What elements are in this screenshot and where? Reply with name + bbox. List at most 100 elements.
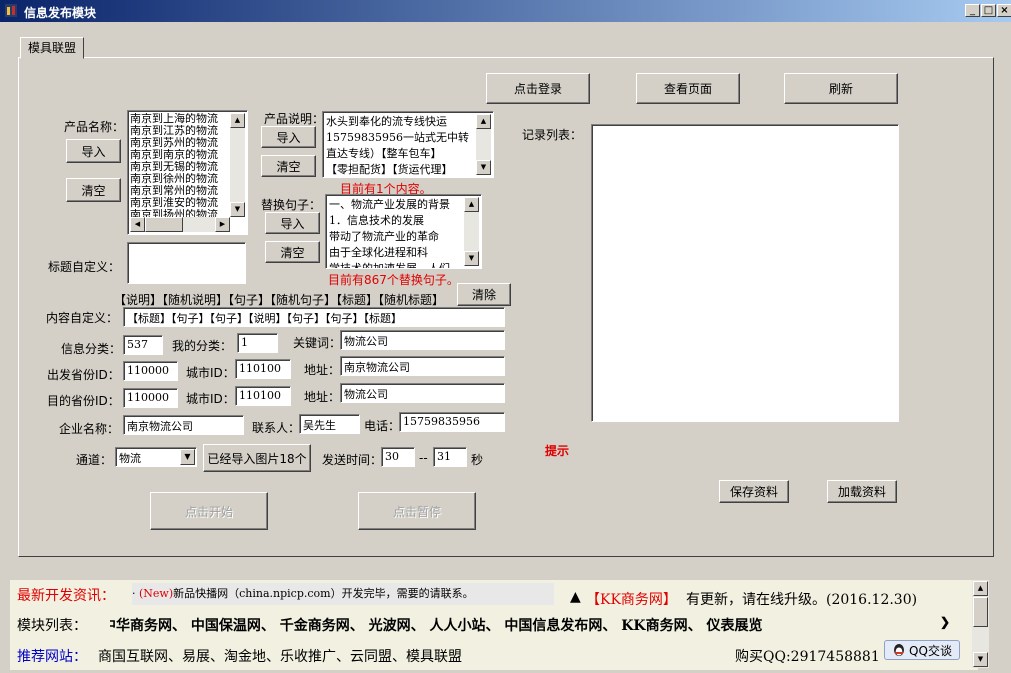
desc-line[interactable]: 直达专线）【整车包车】 [326,146,476,162]
company-input[interactable]: 南京物流公司 [123,415,244,435]
content-custom-input[interactable]: 【标题】【句子】【句子】【说明】【句子】【句子】【标题】 [123,307,505,327]
list-item[interactable]: 南京到常州的物流 [130,185,230,197]
list-item[interactable]: 南京到上海的物流 [130,113,230,125]
my-cat-input[interactable]: 1 [237,333,278,353]
update-arrow-icon: ▲ [570,589,581,605]
qq-chat-label: QQ交谈 [909,643,952,658]
maximize-button[interactable]: □ [981,4,996,17]
images-button[interactable]: 已经导入图片18个 [203,444,311,472]
clear-sent-button[interactable]: 清空 [265,241,320,263]
list-item[interactable]: 南京到扬州的物流 [130,209,230,217]
info-cat-input[interactable]: 537 [123,335,163,355]
city-id2-input[interactable]: 110100 [235,386,291,406]
city-id1-input[interactable]: 110100 [235,359,291,379]
save-button[interactable]: 保存资料 [719,480,789,503]
pause-button[interactable]: 点击暂停 [358,492,476,530]
records-list[interactable] [591,124,899,422]
scroll-thumb[interactable] [145,217,183,232]
from-prov-input[interactable]: 110000 [123,361,178,381]
view-page-button[interactable]: 查看页面 [636,73,740,104]
desc-vscroll[interactable]: ▲ ▼ [476,114,491,175]
channel-select[interactable]: 物流 ▼ [115,447,197,467]
sentence-textarea[interactable]: 一、物流产业发展的背景 1．信息技术的发展 带动了物流产业的革命 由于全球化进程和… [325,194,482,269]
update-text: 有更新，请在线升级。(2016.12.30) [686,592,918,608]
news-ticker[interactable]: · (New)新品快播网（china.npicp.com）开发完毕，需要的请联系… [132,583,554,605]
list-item[interactable]: 南京到无锡的物流 [130,161,230,173]
import-desc-button[interactable]: 导入 [261,126,316,148]
sentence-line[interactable]: 1．信息技术的发展 [329,213,464,229]
scroll-down-icon[interactable]: ▼ [464,251,479,266]
clear-desc-button[interactable]: 清空 [261,155,316,177]
scroll-up-icon[interactable]: ▲ [476,114,491,129]
sentence-line[interactable]: 学技术的加速发展，人们 [329,261,464,268]
scroll-down-icon[interactable]: ▼ [973,652,988,667]
desc-line[interactable]: 15759835956一站式无中转 [326,130,476,146]
product-name-vscroll[interactable]: ▲ ▼ [230,113,245,217]
clear-tags-button[interactable]: 清除 [457,283,511,306]
product-name-hscroll[interactable]: ◀ ▶ [130,217,230,232]
start-button[interactable]: 点击开始 [150,492,268,530]
minimize-button[interactable]: _ [965,4,980,17]
time-from-input[interactable]: 30 [381,447,415,467]
app-icon [5,4,17,17]
to-prov-input[interactable]: 110000 [123,388,178,408]
qq-chat-button[interactable]: QQ交谈 [884,640,960,660]
company-label: 企业名称： [59,422,120,436]
scroll-right-icon[interactable]: ▶ [215,217,230,232]
login-button[interactable]: 点击登录 [486,73,590,104]
qq-number: 购买QQ:2917458881 [735,649,880,665]
scroll-up-icon[interactable]: ▲ [230,113,245,128]
close-button[interactable]: × [997,4,1011,17]
list-item[interactable]: 南京到南京的物流 [130,149,230,161]
scroll-down-icon[interactable]: ▼ [476,160,491,175]
tab-mold-alliance[interactable]: 模具联盟 [20,37,84,59]
chevron-down-icon[interactable]: ▼ [180,449,195,465]
title-custom-input[interactable] [127,242,246,284]
list-item[interactable]: 南京到江苏的物流 [130,125,230,137]
scroll-right-icon[interactable]: ❯ [940,615,950,629]
news-bullet: · [132,587,136,600]
product-name-list[interactable]: 南京到上海的物流 南京到江苏的物流 南京到苏州的物流 南京到南京的物流 南京到无锡的物流… [127,110,248,235]
scroll-up-icon[interactable]: ▲ [464,197,479,212]
desc-line[interactable]: 【零担配货】【货运代理】 [326,162,476,177]
clear-name-button[interactable]: 清空 [66,178,121,202]
list-item[interactable]: 南京到徐州的物流 [130,173,230,185]
hint-text: 提示 [545,444,570,458]
scroll-left-icon[interactable]: ◀ [130,217,145,232]
scroll-down-icon[interactable]: ▼ [230,202,245,217]
addr1-label: 地址： [304,363,341,377]
city-id1-label: 城市ID： [186,366,235,380]
scroll-thumb[interactable] [973,597,988,627]
contact-input[interactable]: 吴先生 [299,414,360,434]
channel-label: 通道： [76,453,113,467]
product-desc-textarea[interactable]: 水头到奉化的流专线快运 15759835956一站式无中转 直达专线）【整车包车】【… [322,111,494,178]
addr1-input[interactable]: 南京物流公司 [340,356,505,376]
list-item[interactable]: 南京到苏州的物流 [130,137,230,149]
keyword-input[interactable]: 物流公司 [340,330,505,350]
recommended-sites[interactable]: 商国互联网、易展、淘金地、乐收推广、云同盟、模具联盟 [98,646,462,666]
sentence-line[interactable]: 带动了物流产业的革命 [329,229,464,245]
modules-strip[interactable]: 中华商务网、 中国保温网、 千金商务网、 光波网、 人人小站、 中国信息发布网、… [110,613,958,635]
refresh-button[interactable]: 刷新 [784,73,898,104]
list-item[interactable]: 南京到淮安的物流 [130,197,230,209]
import-sent-button[interactable]: 导入 [265,212,320,234]
update-brand[interactable]: 【KK商务网】 [586,589,677,609]
seconds-label: 秒 [471,453,484,467]
footer-vscroll[interactable]: ▲ ▼ [972,580,989,668]
addr2-input[interactable]: 物流公司 [340,383,505,403]
phone-input[interactable]: 15759835956 [399,412,505,432]
scroll-up-icon[interactable]: ▲ [973,581,988,596]
city-id2-label: 城市ID： [186,392,235,406]
sent-vscroll[interactable]: ▲ ▼ [464,197,479,266]
sentence-line[interactable]: 由于全球化进程和科 [329,245,464,261]
addr2-label: 地址： [304,390,341,404]
sentence-count-text: 目前有867个替换句子。 [328,273,459,287]
sentence-line[interactable]: 一、物流产业发展的背景 [329,197,464,213]
replace-sent-label: 替换句子： [261,198,322,212]
import-name-button[interactable]: 导入 [66,139,121,163]
time-to-input[interactable]: 31 [433,447,467,467]
desc-line[interactable]: 水头到奉化的流专线快运 [326,114,476,130]
load-button[interactable]: 加载资料 [827,480,897,503]
content-custom-label: 内容自定义： [46,311,119,325]
modules-text: 中华商务网、 中国保温网、 千金商务网、 光波网、 人人小站、 中国信息发布网、… [110,618,763,634]
